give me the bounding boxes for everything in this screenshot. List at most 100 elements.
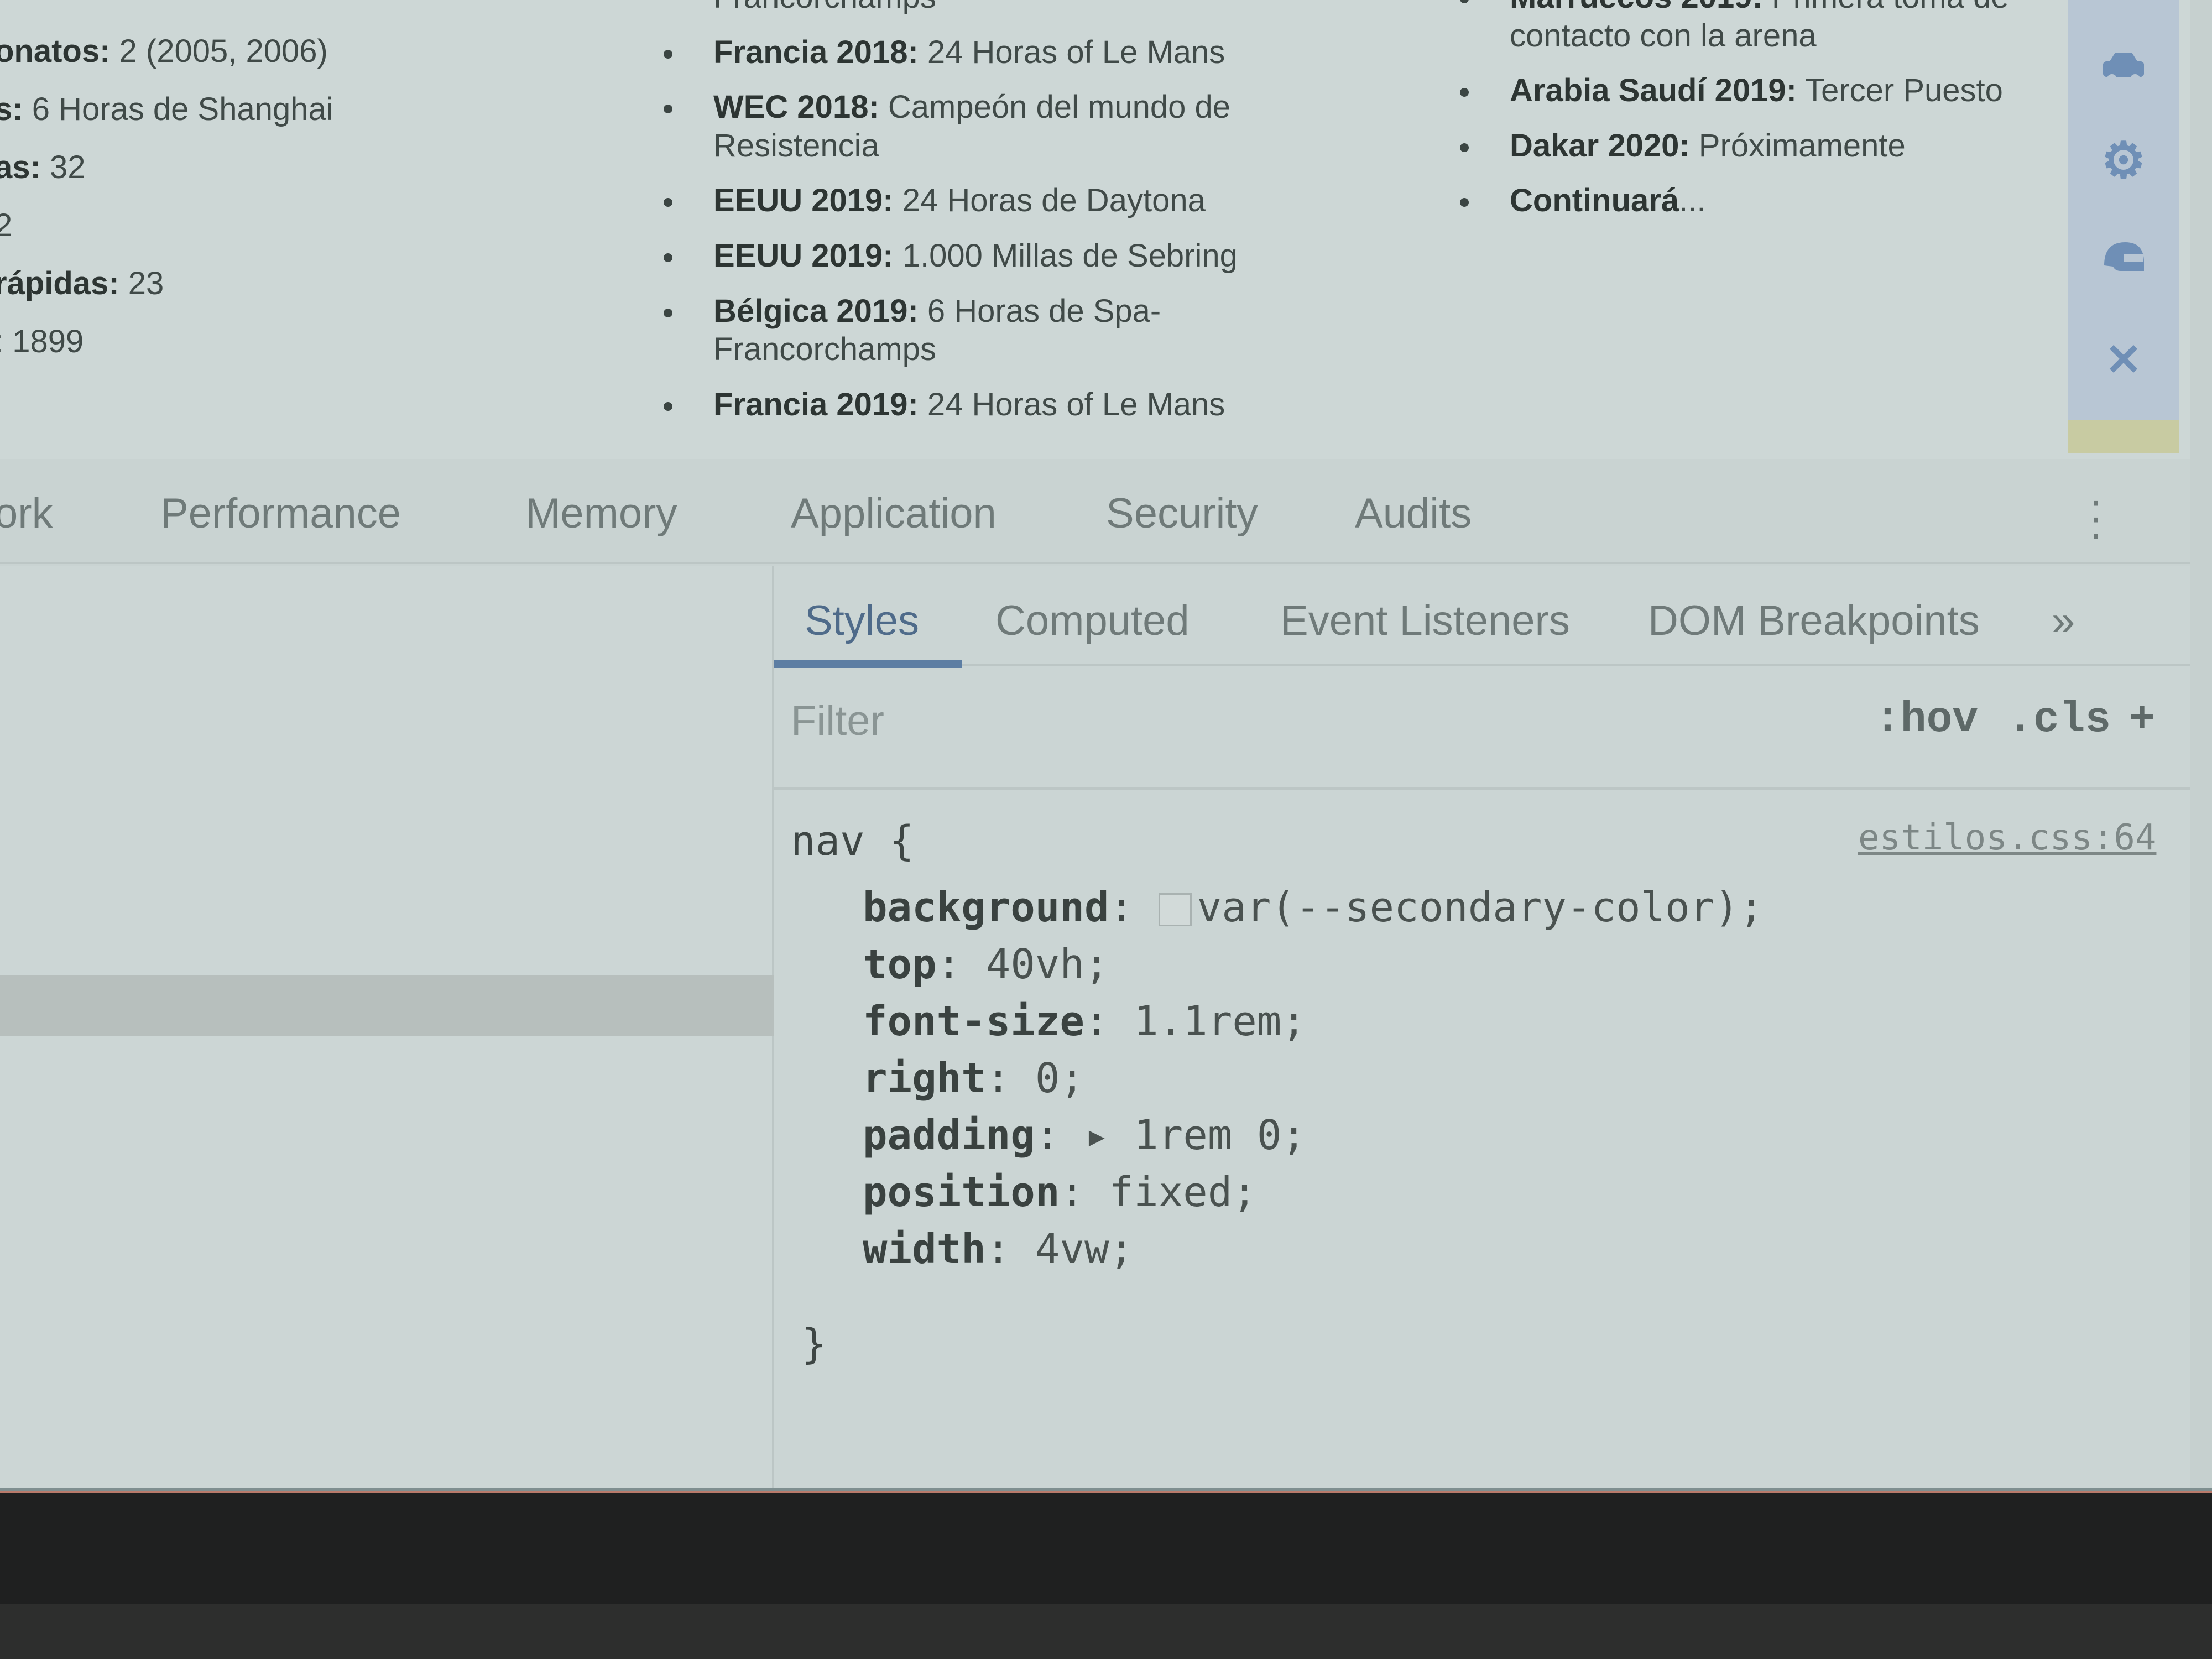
list-item: Marruecos 2019: Primera toma de contacto… <box>1449 0 2074 55</box>
tab-computed[interactable]: Computed <box>995 597 1190 645</box>
stat-value: 2 <box>0 207 13 243</box>
css-property-name[interactable]: top <box>863 941 937 988</box>
stat-label: s: <box>0 91 23 127</box>
list-item-value: Francorchamps <box>713 0 936 15</box>
css-property-value[interactable]: ▸ 1rem 0; <box>1084 1112 1306 1159</box>
css-property-name[interactable]: padding <box>863 1112 1035 1159</box>
list-item: EEUU 2019: 1.000 Millas de Sebring <box>653 237 1344 275</box>
list-item: EEUU 2019: 24 Horas de Daytona <box>653 181 1344 220</box>
achievements-list-column: Francorchamps Francia 2018: 24 Horas of L… <box>653 0 1344 440</box>
css-declaration[interactable]: padding: ▸ 1rem 0; <box>863 1112 1306 1159</box>
tab-styles[interactable]: Styles <box>805 597 919 645</box>
tab-performance[interactable]: Performance <box>160 489 401 538</box>
list-item-label: Arabia Saudí 2019: <box>1510 72 1797 109</box>
monitor-screen: onatos: 2 (2005, 2006) s: 6 Horas de Shan… <box>0 0 2212 1493</box>
helmet-icon[interactable] <box>2096 232 2151 288</box>
monitor-stand-edge <box>0 1604 2212 1659</box>
list-item-value: ... <box>1679 182 1706 219</box>
stat-value: 23 <box>119 265 164 301</box>
stat-line: onatos: 2 (2005, 2006) <box>0 22 547 80</box>
css-declaration[interactable]: background: var(--secondary-color); <box>863 884 1764 931</box>
list-item-label: Marruecos 2019: <box>1510 0 1763 15</box>
list-item-label: Bélgica 2019: <box>713 293 919 329</box>
css-property-value[interactable]: fixed; <box>1109 1168 1257 1216</box>
hov-toggle-button[interactable]: :hov <box>1875 696 1978 744</box>
stat-label: onatos: <box>0 33 111 69</box>
devtools-main-tabs: ork Performance Memory Application Secur… <box>0 459 2190 564</box>
list-item-value: 24 Horas of Le Mans <box>918 34 1225 70</box>
tools-icon[interactable]: ✕ <box>2096 332 2151 387</box>
list-item: Arabia Saudí 2019: Tercer Puesto <box>1449 71 2074 110</box>
stat-value: 32 <box>40 149 86 185</box>
list-item-value: 24 Horas de Daytona <box>893 182 1206 219</box>
tab-event-listeners[interactable]: Event Listeners <box>1280 597 1570 645</box>
stat-line: rápidas: 23 <box>0 254 547 312</box>
stat-value: 6 Horas de Shanghai <box>23 91 333 127</box>
tab-network[interactable]: ork <box>0 489 53 538</box>
rule-close-brace: } <box>802 1321 827 1368</box>
css-property-value[interactable]: 1.1rem; <box>1134 998 1306 1045</box>
list-item: WEC 2018: Campeón del mundo de Resistenc… <box>653 88 1344 165</box>
stat-label: as: <box>0 149 41 185</box>
elements-tree-pane[interactable] <box>0 566 774 1493</box>
css-property-value[interactable]: var(--secondary-color); <box>1197 884 1764 931</box>
css-colon: : <box>1060 1168 1109 1216</box>
css-colon: : <box>985 1055 1035 1102</box>
css-property-name[interactable]: width <box>863 1225 986 1273</box>
gear-icon[interactable]: ⚙ <box>2096 133 2151 189</box>
list-item-label: Dakar 2020: <box>1510 127 1690 164</box>
list-item-label: WEC 2018: <box>713 89 879 126</box>
list-item-label: Francia 2018: <box>713 34 919 70</box>
css-declaration[interactable]: right: 0; <box>863 1055 1084 1102</box>
css-property-value[interactable]: 4vw; <box>1035 1225 1134 1273</box>
tab-audits[interactable]: Audits <box>1355 489 1472 538</box>
css-property-name[interactable]: font-size <box>863 998 1084 1045</box>
css-colon: : <box>985 1225 1035 1273</box>
stat-line: : 1899 <box>0 312 547 371</box>
color-swatch[interactable] <box>1158 893 1192 927</box>
kebab-menu-icon[interactable]: · · · <box>2085 478 2107 559</box>
list-item: Francia 2018: 24 Horas of Le Mans <box>653 33 1344 72</box>
css-property-name[interactable]: position <box>863 1168 1060 1216</box>
fixed-side-nav: ⚙ ✕ <box>2068 0 2179 453</box>
add-rule-button[interactable]: + <box>2129 696 2155 744</box>
styles-filter-input[interactable] <box>791 690 1620 751</box>
active-tab-indicator <box>774 660 962 668</box>
css-declaration[interactable]: position: fixed; <box>863 1168 1257 1216</box>
tab-dom-breakpoints[interactable]: DOM Breakpoints <box>1648 597 1980 645</box>
stat-label: rápidas: <box>0 265 119 301</box>
styles-subtabs: Styles Computed Event Listeners DOM Brea… <box>774 566 2190 668</box>
list-item: Francorchamps <box>653 0 1344 17</box>
rule-source-link[interactable]: estilos.css:64 <box>1858 817 2156 858</box>
css-property-value[interactable]: 0; <box>1035 1055 1084 1102</box>
css-property-value[interactable]: 40vh; <box>986 941 1109 988</box>
styles-filter-bar: :hov .cls + <box>774 668 2190 790</box>
rally-list-column: Marruecos 2019: Primera toma de contacto… <box>1449 0 2074 237</box>
list-item: Dakar 2020: Próximamente <box>1449 127 2074 165</box>
more-tabs-icon[interactable]: » <box>2052 597 2075 645</box>
monitor-bezel <box>0 1493 2212 1659</box>
stat-line: as: 32 <box>0 138 547 196</box>
selected-dom-node[interactable] <box>0 975 774 1036</box>
list-item-label: Francia 2019: <box>713 386 919 422</box>
cls-toggle-button[interactable]: .cls <box>2007 696 2111 744</box>
css-colon: : <box>1035 1112 1084 1159</box>
styles-sidebar: Styles Computed Event Listeners DOM Brea… <box>774 566 2190 1493</box>
css-declaration[interactable]: width: 4vw; <box>863 1225 1134 1273</box>
css-colon: : <box>936 941 986 988</box>
rule-selector[interactable]: nav { <box>791 817 914 865</box>
list-item: Bélgica 2019: 6 Horas de Spa-Francorcham… <box>653 292 1344 369</box>
list-item-value: Tercer Puesto <box>1797 72 2003 109</box>
stat-value: 2 (2005, 2006) <box>110 33 328 69</box>
css-property-name[interactable]: right <box>863 1055 986 1102</box>
car-icon[interactable] <box>2096 39 2151 94</box>
css-declaration[interactable]: top: 40vh; <box>863 941 1109 988</box>
css-declaration[interactable]: font-size: 1.1rem; <box>863 998 1306 1045</box>
tab-application[interactable]: Application <box>791 489 997 538</box>
tab-security[interactable]: Security <box>1106 489 1258 538</box>
css-property-name[interactable]: background <box>863 884 1109 931</box>
tab-memory[interactable]: Memory <box>525 489 677 538</box>
css-colon: : <box>1084 998 1134 1045</box>
list-item: Francia 2019: 24 Horas of Le Mans <box>653 385 1344 424</box>
stat-line: 2 <box>0 196 547 254</box>
